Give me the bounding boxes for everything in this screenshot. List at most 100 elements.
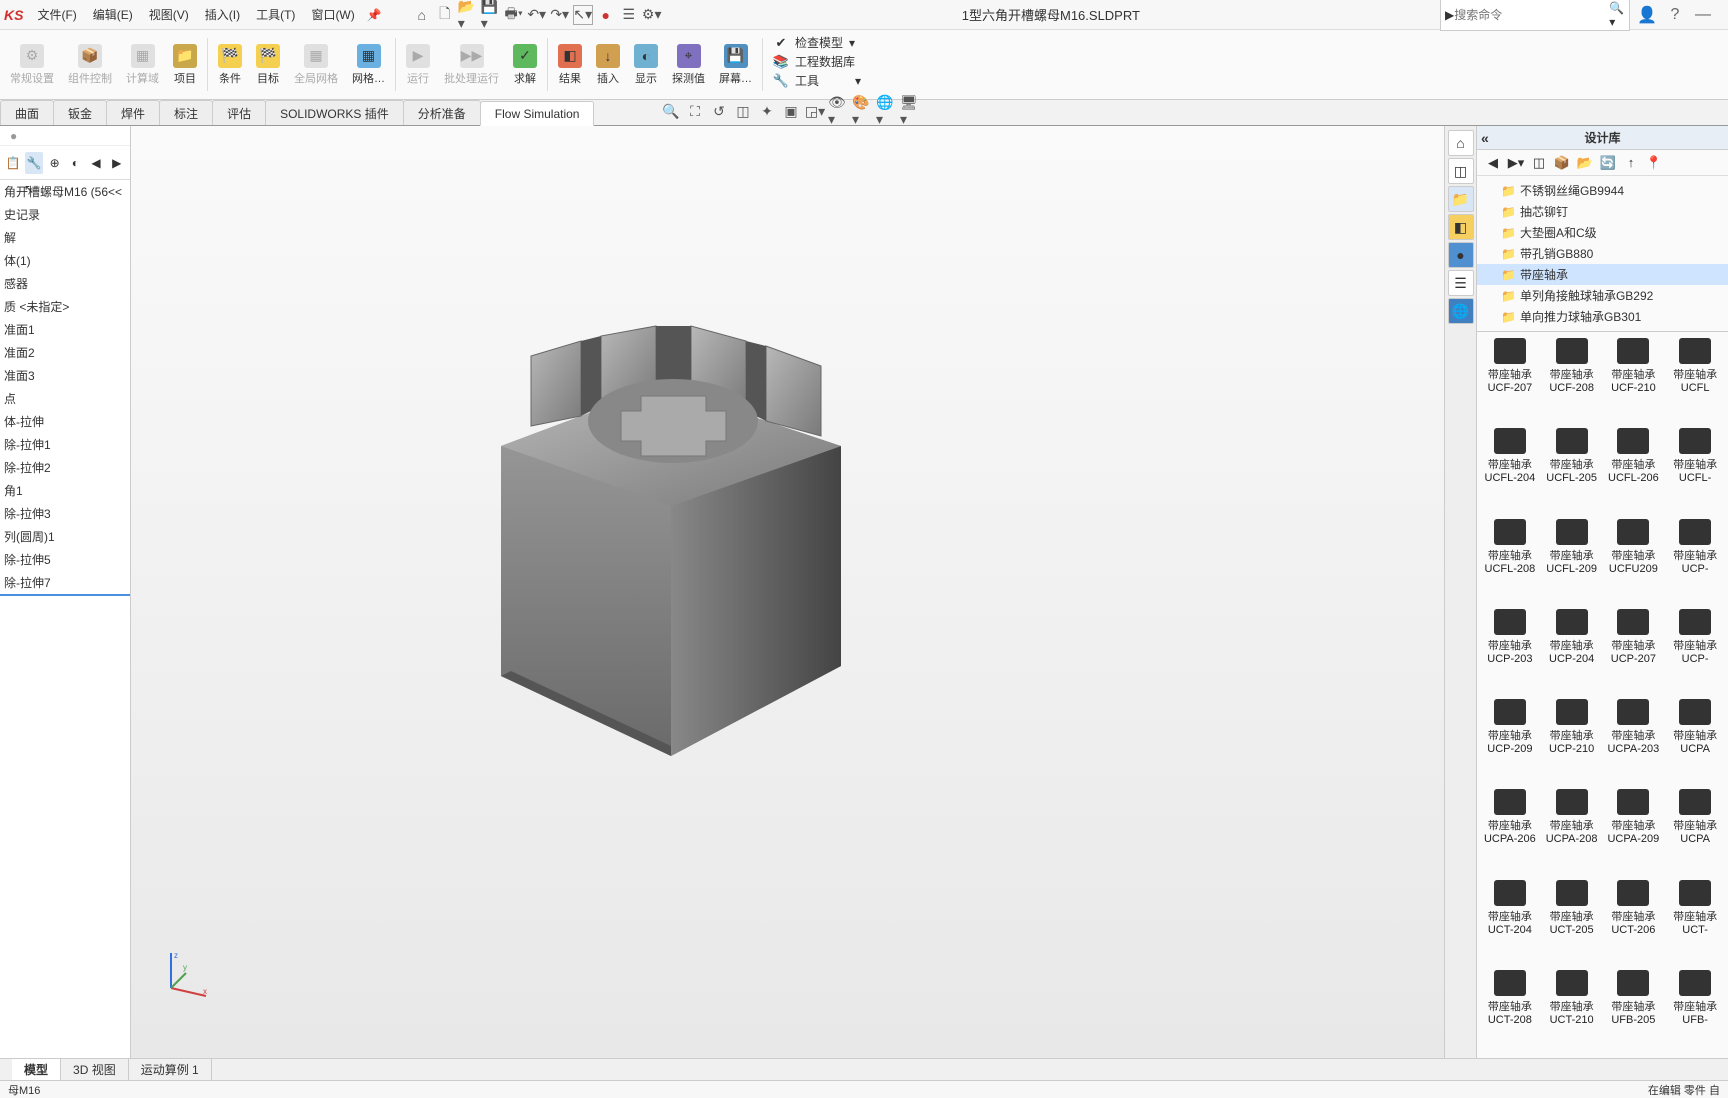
rebuild-icon[interactable]: ● bbox=[596, 5, 616, 25]
designlib-part[interactable]: 带座轴承UCT-205 bbox=[1541, 876, 1603, 966]
designlib-folder[interactable]: 📁带座轴承 bbox=[1477, 264, 1728, 285]
tree-node[interactable]: 解 bbox=[0, 226, 130, 249]
dl-fwd-icon[interactable]: ▶▾ bbox=[1506, 153, 1526, 173]
btab-model[interactable]: 模型 bbox=[12, 1059, 61, 1080]
appearance-icon[interactable]: 🎨▾ bbox=[852, 100, 874, 122]
tab-evaluate[interactable]: 评估 bbox=[212, 100, 266, 125]
print-icon[interactable]: 🖶▾ bbox=[504, 5, 524, 25]
menu-file[interactable]: 文件(F) bbox=[29, 3, 84, 26]
zoom-area-icon[interactable]: 🔍 bbox=[660, 100, 682, 122]
designlib-part[interactable]: 带座轴承UCPA-208 bbox=[1541, 785, 1603, 875]
taskpane-home-icon[interactable]: ⌂ bbox=[1448, 130, 1474, 156]
taskpane-list-icon[interactable]: ☰ bbox=[1448, 270, 1474, 296]
designlib-part[interactable]: 带座轴承UCP- bbox=[1664, 515, 1726, 605]
tab-analysisPrep[interactable]: 分析准备 bbox=[403, 100, 481, 125]
tree-node[interactable]: 体-拉伸 bbox=[0, 410, 130, 433]
tree-node[interactable]: 除-拉伸2 bbox=[0, 456, 130, 479]
tree-node[interactable]: 点 bbox=[0, 387, 130, 410]
taskpane-resources-icon[interactable]: ◫ bbox=[1448, 158, 1474, 184]
ribbon-checkmodel[interactable]: ✔检查模型▾ bbox=[773, 34, 861, 51]
part-3d-model[interactable] bbox=[411, 246, 891, 786]
display-icon[interactable]: 🖥▾ bbox=[900, 100, 922, 122]
designlib-folder[interactable]: 📁单列角接触球轴承GB292 bbox=[1477, 285, 1728, 306]
btab-motion[interactable]: 运动算例 1 bbox=[129, 1059, 212, 1080]
design-library-tree[interactable]: 📁不锈钢丝绳GB9944📁抽芯铆钉📁大垫圈A和C级📁带孔销GB880📁带座轴承📁… bbox=[1477, 176, 1728, 332]
open-icon[interactable]: 📂▾ bbox=[458, 5, 478, 25]
tree-node[interactable]: 准面2 bbox=[0, 341, 130, 364]
dynamic-icon[interactable]: ✦ bbox=[756, 100, 778, 122]
view-orient-icon[interactable]: ◲▾ bbox=[804, 100, 826, 122]
undo-icon[interactable]: ↶▾ bbox=[527, 5, 547, 25]
hide-show-icon[interactable]: 👁▾ bbox=[828, 100, 850, 122]
designlib-part[interactable]: 带座轴承UCFL- bbox=[1664, 424, 1726, 514]
help-icon[interactable]: ? bbox=[1664, 4, 1686, 26]
search-input[interactable] bbox=[1454, 8, 1609, 22]
designlib-part[interactable]: 带座轴承UCT- bbox=[1664, 876, 1726, 966]
ribbon-probe[interactable]: ⌖探测值 bbox=[666, 32, 711, 97]
designlib-part[interactable]: 带座轴承UCP-209 bbox=[1479, 695, 1541, 785]
designlib-part[interactable]: 带座轴承UCPA bbox=[1664, 695, 1726, 785]
section-icon[interactable]: ◫ bbox=[732, 100, 754, 122]
designlib-part[interactable]: 带座轴承UCPA-209 bbox=[1603, 785, 1665, 875]
tree-node[interactable]: 体(1) bbox=[0, 249, 130, 272]
btab-3dview[interactable]: 3D 视图 bbox=[61, 1059, 129, 1080]
designlib-part[interactable]: 带座轴承UCP-210 bbox=[1541, 695, 1603, 785]
ribbon-ins[interactable]: ↓插入 bbox=[590, 32, 626, 97]
save-icon[interactable]: 💾▾ bbox=[481, 5, 501, 25]
ribbon-screen[interactable]: 💾屏幕… bbox=[713, 32, 758, 97]
designlib-part[interactable]: 带座轴承UCT-206 bbox=[1603, 876, 1665, 966]
designlib-part[interactable]: 带座轴承UCFL-206 bbox=[1603, 424, 1665, 514]
dl-pin-icon[interactable]: 📍 bbox=[1644, 153, 1664, 173]
tree-node[interactable]: 史记录 bbox=[0, 203, 130, 226]
designlib-part[interactable]: 带座轴承UCP- bbox=[1664, 605, 1726, 695]
fm-tab-feature-icon[interactable]: 📋 bbox=[4, 152, 23, 174]
new-icon[interactable]: 🗋 bbox=[435, 5, 455, 25]
menu-view[interactable]: 视图(V) bbox=[141, 3, 197, 26]
dl-up-icon[interactable]: ↑ bbox=[1621, 153, 1641, 173]
designlib-part[interactable]: 带座轴承UFB- bbox=[1664, 966, 1726, 1056]
designlib-part[interactable]: 带座轴承UCFL-205 bbox=[1541, 424, 1603, 514]
menu-window[interactable]: 窗口(W) bbox=[303, 3, 362, 26]
designlib-part[interactable]: 带座轴承UCT-210 bbox=[1541, 966, 1603, 1056]
designlib-part[interactable]: 带座轴承UCFU209 bbox=[1603, 515, 1665, 605]
tree-node[interactable]: 除-拉伸7 bbox=[0, 571, 130, 596]
design-library-grid[interactable]: 带座轴承UCF-207带座轴承UCF-208带座轴承UCF-210带座轴承UCF… bbox=[1477, 332, 1728, 1058]
tab-weld[interactable]: 焊件 bbox=[106, 100, 160, 125]
designlib-part[interactable]: 带座轴承UCF-210 bbox=[1603, 334, 1665, 424]
tree-node[interactable]: 角1 bbox=[0, 479, 130, 502]
fm-tab-property-icon[interactable]: 🔧 bbox=[25, 152, 44, 174]
designlib-part[interactable]: 带座轴承UCPA bbox=[1664, 785, 1726, 875]
designlib-part[interactable]: 带座轴承UCP-207 bbox=[1603, 605, 1665, 695]
collapse-panel-icon[interactable]: « bbox=[1481, 130, 1489, 146]
dl-box-icon[interactable]: 📦 bbox=[1552, 153, 1572, 173]
designlib-part[interactable]: 带座轴承UCP-203 bbox=[1479, 605, 1541, 695]
dl-refresh-icon[interactable]: 🔄 bbox=[1598, 153, 1618, 173]
tree-node[interactable]: 列(圆周)1 bbox=[0, 525, 130, 548]
tab-swplugin[interactable]: SOLIDWORKS 插件 bbox=[265, 100, 404, 125]
scene-icon[interactable]: 🌐▾ bbox=[876, 100, 898, 122]
dl-open-icon[interactable]: 📂 bbox=[1575, 153, 1595, 173]
tree-node[interactable]: 感器 bbox=[0, 272, 130, 295]
zoom-fit-icon[interactable]: ⛶ bbox=[684, 100, 706, 122]
minimize-icon[interactable]: — bbox=[1692, 4, 1714, 26]
taskpane-forum-icon[interactable]: 🌐 bbox=[1448, 298, 1474, 324]
tree-node[interactable]: 除-拉伸1 bbox=[0, 433, 130, 456]
options-icon[interactable]: ☰ bbox=[619, 5, 639, 25]
designlib-folder[interactable]: 📁抽芯铆钉 bbox=[1477, 201, 1728, 222]
designlib-part[interactable]: 带座轴承UCT-204 bbox=[1479, 876, 1541, 966]
redo-icon[interactable]: ↷▾ bbox=[550, 5, 570, 25]
designlib-part[interactable]: 带座轴承UCF-208 bbox=[1541, 334, 1603, 424]
ribbon-solve[interactable]: ✓求解 bbox=[507, 32, 543, 97]
feature-tree[interactable]: 角开槽螺母M16 (56<<史记录解体(1)感器质 <未指定>准面1准面2准面3… bbox=[0, 180, 130, 1058]
fm-tab-arrow-r-icon[interactable]: ▶ bbox=[107, 152, 126, 174]
designlib-part[interactable]: 带座轴承UCFL-208 bbox=[1479, 515, 1541, 605]
user-icon[interactable]: 👤 bbox=[1636, 4, 1658, 26]
gear-icon[interactable]: ⚙▾ bbox=[642, 5, 662, 25]
taskpane-appearance-icon[interactable]: ◧ bbox=[1448, 214, 1474, 240]
designlib-part[interactable]: 带座轴承UCP-204 bbox=[1541, 605, 1603, 695]
menu-tools[interactable]: 工具(T) bbox=[248, 3, 303, 26]
search-icon[interactable]: 🔍▾ bbox=[1609, 1, 1625, 29]
ribbon-engdb[interactable]: 📚工程数据库 bbox=[773, 53, 861, 70]
designlib-folder[interactable]: 📁不锈钢丝绳GB9944 bbox=[1477, 180, 1728, 201]
tab-surface[interactable]: 曲面 bbox=[0, 100, 54, 125]
